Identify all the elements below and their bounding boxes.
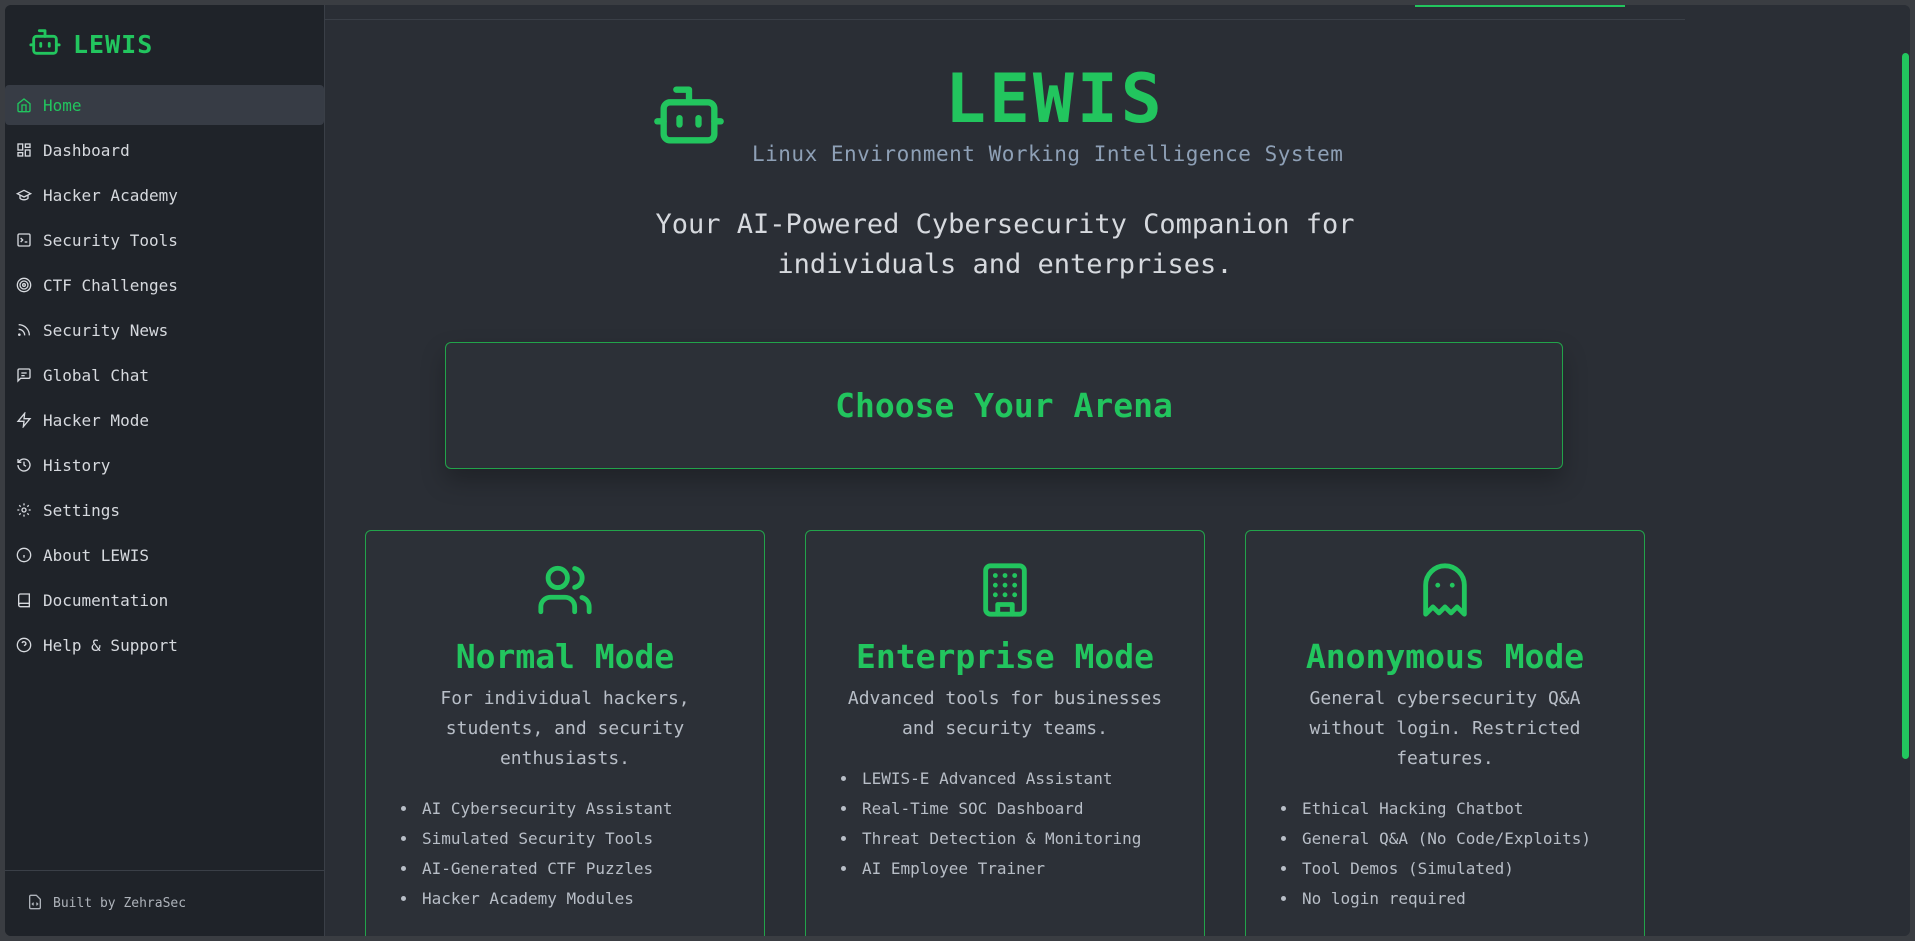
sidebar-item-label: Security News bbox=[43, 320, 169, 340]
card-description: Advanced tools for businesses and securi… bbox=[847, 688, 1163, 739]
users-icon bbox=[366, 561, 764, 619]
code-file-icon bbox=[27, 894, 43, 914]
home-icon bbox=[15, 96, 33, 114]
target-icon bbox=[15, 276, 33, 294]
feature-item: No login required bbox=[1298, 884, 1644, 914]
feature-item: Tool Demos (Simulated) bbox=[1298, 854, 1644, 884]
hero-title: LEWIS bbox=[945, 60, 1165, 139]
sidebar-item-label: History bbox=[43, 455, 111, 475]
sidebar-footer: Built by ZehraSec bbox=[5, 870, 324, 936]
brand-name: LEWIS bbox=[73, 29, 154, 59]
feature-item: General Q&A (No Code/Exploits) bbox=[1298, 824, 1644, 854]
dashboard-icon bbox=[15, 141, 33, 159]
bot-icon bbox=[651, 77, 727, 157]
sidebar-nav: Home Dashboard Hacker Academy Security T… bbox=[5, 85, 324, 670]
book-icon bbox=[15, 591, 33, 609]
sidebar-item-label: Hacker Mode bbox=[43, 410, 149, 430]
app-window: LEWIS Home Dashboard Hacker Academy Secu… bbox=[5, 5, 1910, 936]
sidebar-item-ctf-challenges[interactable]: CTF Challenges bbox=[5, 265, 324, 305]
sidebar: LEWIS Home Dashboard Hacker Academy Secu… bbox=[5, 5, 325, 936]
sidebar-item-settings[interactable]: Settings bbox=[5, 490, 324, 530]
help-icon bbox=[15, 636, 33, 654]
normal-mode-card[interactable]: Normal Mode For individual hackers, stud… bbox=[365, 530, 765, 936]
scrollbar-thumb[interactable] bbox=[1902, 53, 1909, 759]
graduation-cap-icon bbox=[15, 186, 33, 204]
sidebar-item-label: Home bbox=[43, 95, 82, 115]
page-scrollbar[interactable] bbox=[1901, 5, 1910, 936]
main-content: LEWIS Linux Environment Working Intellig… bbox=[325, 5, 1910, 936]
sidebar-item-hacker-mode[interactable]: Hacker Mode bbox=[5, 400, 324, 440]
sidebar-item-hacker-academy[interactable]: Hacker Academy bbox=[5, 175, 324, 215]
sidebar-item-security-news[interactable]: Security News bbox=[5, 310, 324, 350]
sidebar-item-home[interactable]: Home bbox=[5, 85, 324, 125]
terminal-icon bbox=[15, 231, 33, 249]
bot-icon bbox=[27, 25, 63, 63]
feature-item: Simulated Security Tools bbox=[418, 824, 764, 854]
feature-item: Hacker Academy Modules bbox=[418, 884, 764, 914]
choose-arena-heading: Choose Your Arena bbox=[445, 342, 1563, 469]
sidebar-item-label: Hacker Academy bbox=[43, 185, 178, 205]
feature-item: AI Employee Trainer bbox=[858, 854, 1204, 884]
brand[interactable]: LEWIS bbox=[27, 25, 153, 63]
card-title: Anonymous Mode bbox=[1305, 637, 1585, 676]
card-title: Normal Mode bbox=[455, 637, 675, 676]
history-icon bbox=[15, 456, 33, 474]
top-divider bbox=[325, 19, 1685, 20]
feature-item: Ethical Hacking Chatbot bbox=[1298, 794, 1644, 824]
hero-subtitle: Linux Environment Working Intelligence S… bbox=[752, 142, 1344, 166]
sidebar-item-help[interactable]: Help & Support bbox=[5, 625, 324, 665]
feature-list: Ethical Hacking Chatbot General Q&A (No … bbox=[1246, 794, 1644, 914]
chat-icon bbox=[15, 366, 33, 384]
sidebar-item-global-chat[interactable]: Global Chat bbox=[5, 355, 324, 395]
feature-list: LEWIS-E Advanced Assistant Real-Time SOC… bbox=[806, 764, 1204, 884]
sidebar-item-security-tools[interactable]: Security Tools bbox=[5, 220, 324, 260]
ghost-icon bbox=[1246, 561, 1644, 619]
sidebar-item-label: Settings bbox=[43, 500, 121, 520]
feature-list: AI Cybersecurity Assistant Simulated Sec… bbox=[366, 794, 764, 914]
sidebar-item-documentation[interactable]: Documentation bbox=[5, 580, 324, 620]
sidebar-item-history[interactable]: History bbox=[5, 445, 324, 485]
sidebar-item-label: Dashboard bbox=[43, 140, 130, 160]
sidebar-item-label: Global Chat bbox=[43, 365, 149, 385]
anonymous-mode-card[interactable]: Anonymous Mode General cybersecurity Q&A… bbox=[1245, 530, 1645, 936]
sidebar-item-label: About LEWIS bbox=[43, 545, 149, 565]
sidebar-item-label: CTF Challenges bbox=[43, 275, 178, 295]
top-button-edge[interactable] bbox=[1415, 5, 1625, 7]
sidebar-item-label: Documentation bbox=[43, 590, 169, 610]
built-by-text: Built by ZehraSec bbox=[53, 896, 187, 911]
card-title: Enterprise Mode bbox=[855, 637, 1154, 676]
enterprise-mode-card[interactable]: Enterprise Mode Advanced tools for busin… bbox=[805, 530, 1205, 936]
zap-icon bbox=[15, 411, 33, 429]
sidebar-item-dashboard[interactable]: Dashboard bbox=[5, 130, 324, 170]
feature-item: Real-Time SOC Dashboard bbox=[858, 794, 1204, 824]
sidebar-item-about[interactable]: About LEWIS bbox=[5, 535, 324, 575]
building-icon bbox=[806, 561, 1204, 619]
hero-tagline: Your AI-Powered Cybersecurity Companion … bbox=[655, 209, 1355, 280]
feature-item: LEWIS-E Advanced Assistant bbox=[858, 764, 1204, 794]
gear-icon bbox=[15, 501, 33, 519]
rss-icon bbox=[15, 321, 33, 339]
sidebar-item-label: Security Tools bbox=[43, 230, 178, 250]
feature-item: Threat Detection & Monitoring bbox=[858, 824, 1204, 854]
card-description: General cybersecurity Q&A without login.… bbox=[1309, 688, 1581, 769]
feature-item: AI Cybersecurity Assistant bbox=[418, 794, 764, 824]
sidebar-item-label: Help & Support bbox=[43, 635, 178, 655]
info-icon bbox=[15, 546, 33, 564]
card-description: For individual hackers, students, and se… bbox=[440, 688, 690, 769]
feature-item: AI-Generated CTF Puzzles bbox=[418, 854, 764, 884]
